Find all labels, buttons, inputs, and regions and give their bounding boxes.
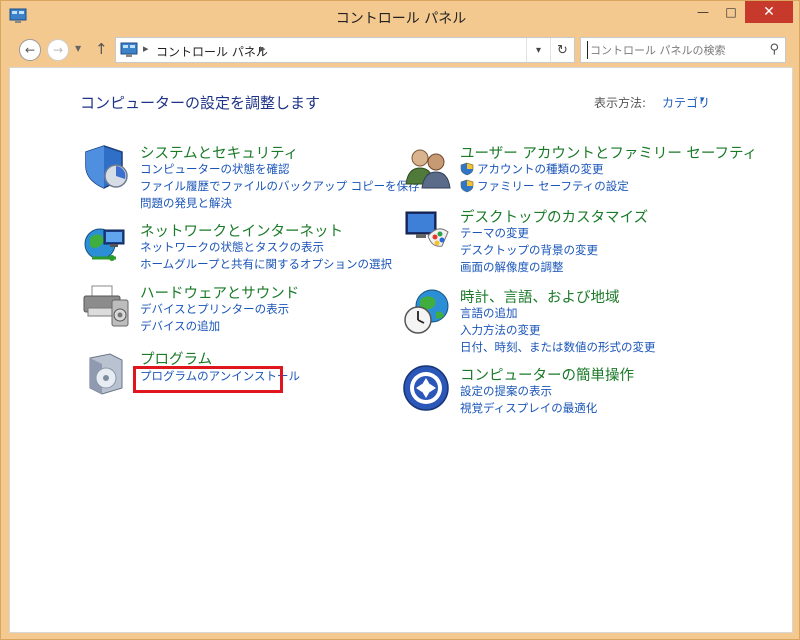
- link-change-date-format[interactable]: 日付、時刻、または数値の形式の変更: [460, 339, 656, 355]
- link-family-safety[interactable]: ファミリー セーフティの設定: [460, 178, 629, 194]
- printer-icon[interactable]: [82, 282, 132, 332]
- category-ease-of-access: コンピューターの簡単操作 設定の提案の表示 視覚ディスプレイの最適化: [402, 364, 742, 420]
- link-label[interactable]: ファミリー セーフティの設定: [477, 179, 629, 193]
- link-change-theme[interactable]: テーマの変更: [460, 225, 529, 241]
- link-file-history-backup[interactable]: ファイル履歴でファイルのバックアップ コピーを保存: [140, 178, 420, 194]
- desktop-personalize-icon[interactable]: [402, 206, 452, 256]
- link-adjust-resolution[interactable]: 画面の解像度の調整: [460, 259, 564, 275]
- category-system-security: システムとセキュリティ コンピューターの状態を確認 ファイル履歴でファイルのバッ…: [82, 142, 420, 212]
- ease-of-access-icon[interactable]: [402, 364, 452, 414]
- maximize-button[interactable]: □: [717, 1, 745, 23]
- search-input[interactable]: [587, 41, 757, 59]
- page-title: コンピューターの設定を調整します: [80, 94, 321, 112]
- navigation-bar: ← → ▼ ↑ ▸ コントロール パネル ▸ ▾ ↻ ⚲: [9, 33, 793, 67]
- users-icon[interactable]: [402, 142, 452, 192]
- category-title-clock[interactable]: 時計、言語、および地域: [460, 286, 620, 307]
- category-clock-language-region: 時計、言語、および地域 言語の追加 入力方法の変更 日付、時刻、または数値の形式…: [402, 286, 742, 356]
- category-user-accounts: ユーザー アカウントとファミリー セーフティ アカウントの種類の変更 ファミリー…: [402, 142, 757, 196]
- category-appearance: デスクトップのカスタマイズ テーマの変更 デスクトップの背景の変更 画面の解像度…: [402, 206, 742, 276]
- forward-button[interactable]: →: [47, 39, 69, 61]
- link-label[interactable]: アカウントの種類の変更: [477, 162, 604, 176]
- breadcrumb-control-panel[interactable]: コントロール パネル: [156, 43, 268, 60]
- category-title-system[interactable]: システムとセキュリティ: [140, 142, 298, 163]
- category-title-users[interactable]: ユーザー アカウントとファミリー セーフティ: [460, 142, 757, 163]
- link-add-language[interactable]: 言語の追加: [460, 305, 518, 321]
- breadcrumb-separator-icon[interactable]: ▸: [260, 42, 266, 55]
- control-panel-address-icon: [120, 42, 138, 57]
- category-title-ease[interactable]: コンピューターの簡単操作: [460, 364, 634, 385]
- title-bar[interactable]: コントロール パネル — □ ✕: [1, 1, 800, 33]
- link-optimize-display[interactable]: 視覚ディスプレイの最適化: [460, 400, 597, 416]
- link-troubleshoot[interactable]: 問題の発見と解決: [140, 195, 232, 211]
- link-devices-printers[interactable]: デバイスとプリンターの表示: [140, 301, 289, 317]
- search-icon[interactable]: ⚲: [769, 42, 779, 57]
- uac-shield-icon: [460, 179, 474, 193]
- category-network-internet: ネットワークとインターネット ネットワークの状態とタスクの表示 ホームグループと…: [82, 220, 402, 276]
- link-homegroup-sharing[interactable]: ホームグループと共有に関するオプションの選択: [140, 256, 392, 272]
- view-by-label: 表示方法:: [594, 96, 647, 110]
- category-title-network[interactable]: ネットワークとインターネット: [140, 220, 343, 241]
- close-button[interactable]: ✕: [745, 1, 793, 23]
- link-add-device[interactable]: デバイスの追加: [140, 318, 220, 334]
- link-change-input-method[interactable]: 入力方法の変更: [460, 322, 541, 338]
- address-dropdown-button[interactable]: ▾: [526, 38, 550, 62]
- link-check-computer-status[interactable]: コンピューターの状態を確認: [140, 161, 290, 177]
- link-network-status[interactable]: ネットワークの状態とタスクの表示: [140, 239, 324, 255]
- search-box[interactable]: ⚲: [580, 37, 786, 63]
- address-bar[interactable]: ▸ コントロール パネル ▸ ▾ ↻: [115, 37, 575, 63]
- refresh-button[interactable]: ↻: [550, 38, 574, 62]
- control-panel-window: コントロール パネル — □ ✕ ← → ▼ ↑ ▸ コントロール パネル ▸ …: [0, 0, 800, 640]
- programs-box-icon[interactable]: [82, 348, 132, 398]
- breadcrumb-separator-icon[interactable]: ▸: [143, 42, 149, 55]
- back-button[interactable]: ←: [19, 39, 41, 61]
- highlight-annotation-box: [133, 366, 283, 393]
- uac-shield-icon: [460, 162, 474, 176]
- content-pane: コンピューターの設定を調整します 表示方法: カテゴリ ▾ システムとセキュリテ…: [9, 67, 793, 633]
- view-by-arrow-icon[interactable]: ▾: [700, 95, 705, 105]
- link-change-account-type[interactable]: アカウントの種類の変更: [460, 161, 604, 177]
- minimize-button[interactable]: —: [689, 1, 717, 23]
- network-globe-icon[interactable]: [82, 220, 132, 270]
- recent-locations-dropdown[interactable]: ▼: [75, 44, 81, 53]
- security-shield-icon[interactable]: [82, 142, 132, 192]
- up-button[interactable]: ↑: [95, 40, 108, 58]
- category-title-hardware[interactable]: ハードウェアとサウンド: [140, 282, 299, 303]
- window-title: コントロール パネル: [335, 11, 467, 27]
- clock-globe-icon[interactable]: [402, 286, 452, 336]
- category-title-appearance[interactable]: デスクトップのカスタマイズ: [460, 206, 648, 227]
- link-settings-suggestions[interactable]: 設定の提案の表示: [460, 383, 552, 399]
- category-hardware-sound: ハードウェアとサウンド デバイスとプリンターの表示 デバイスの追加: [82, 282, 402, 338]
- link-change-background[interactable]: デスクトップの背景の変更: [460, 242, 598, 258]
